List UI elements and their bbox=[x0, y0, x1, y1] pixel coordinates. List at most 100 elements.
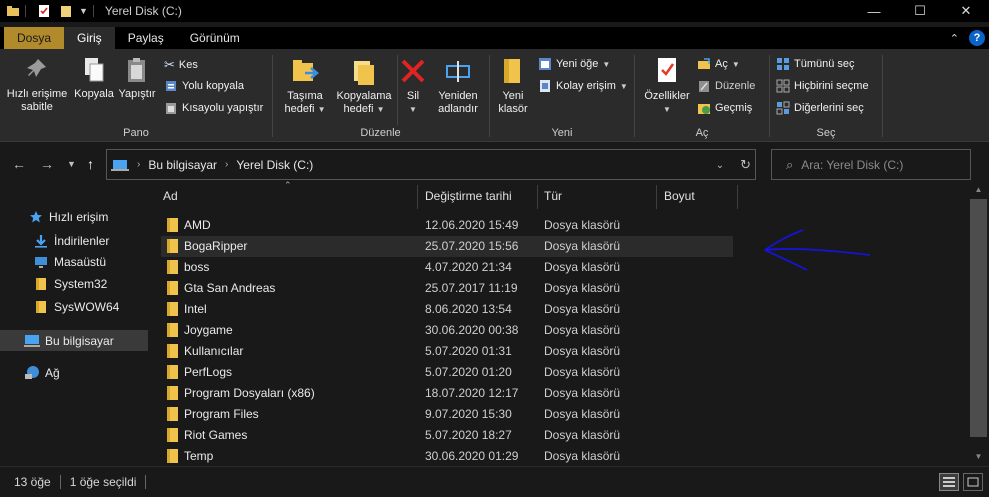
status-bar: 13 öğe 1 öğe seçildi bbox=[0, 466, 989, 497]
file-date: 5.07.2020 18:27 bbox=[425, 428, 512, 442]
divider bbox=[882, 55, 883, 137]
recent-locations-chevron-icon[interactable]: ▼ bbox=[67, 159, 76, 169]
file-row[interactable]: boss 4.07.2020 21:34 Dosya klasörü bbox=[161, 257, 733, 278]
folder-icon bbox=[167, 260, 178, 274]
copy-label: Kopyala bbox=[74, 88, 114, 100]
copy-to-button[interactable]: Kopyalama hedefi ▼ bbox=[333, 55, 395, 116]
file-row[interactable]: PerfLogs 5.07.2020 01:20 Dosya klasörü bbox=[161, 362, 733, 383]
divider bbox=[25, 5, 26, 17]
properties-button[interactable]: Özellikler ▼ bbox=[641, 55, 693, 116]
tab-share[interactable]: Paylaş bbox=[115, 27, 177, 49]
column-header-type[interactable]: Tür bbox=[544, 183, 562, 209]
copy-button[interactable]: Kopyala bbox=[74, 55, 114, 101]
file-row[interactable]: Gta San Andreas 25.07.2017 11:19 Dosya kla… bbox=[161, 278, 733, 299]
address-history-chevron-icon[interactable]: ⌄ bbox=[716, 160, 724, 171]
copy-path-button[interactable]: Yolu kopyala bbox=[164, 79, 244, 93]
tab-view[interactable]: Görünüm bbox=[177, 27, 253, 49]
help-icon[interactable]: ? bbox=[969, 30, 985, 46]
breadcrumb-this-pc[interactable]: Bu bilgisayar bbox=[148, 158, 217, 172]
divider[interactable] bbox=[656, 185, 657, 209]
move-to-button[interactable]: Taşıma hedefi ▼ bbox=[279, 55, 331, 116]
divider[interactable] bbox=[737, 185, 738, 209]
scroll-down-arrow-icon[interactable]: ▼ bbox=[970, 450, 987, 464]
open-label: Aç bbox=[715, 58, 728, 70]
file-row[interactable]: BogaRipper 25.07.2020 15:56 Dosya klasörü bbox=[161, 236, 733, 257]
new-folder-button[interactable]: Yeni klasör bbox=[494, 55, 532, 116]
column-header-size[interactable]: Boyut bbox=[664, 183, 695, 209]
new-item-button[interactable]: Yeni öğe ▼ bbox=[538, 57, 610, 71]
edit-icon bbox=[699, 81, 709, 92]
delete-button[interactable]: Sil ▼ bbox=[399, 55, 427, 116]
column-header-date[interactable]: Değiştirme tarihi bbox=[425, 183, 512, 209]
open-button[interactable]: Aç ▼ bbox=[697, 57, 740, 71]
copy-to-label-2-wrap: hedefi ▼ bbox=[344, 103, 385, 116]
easy-access-button[interactable]: Kolay erişim ▼ bbox=[538, 79, 628, 93]
breadcrumb-separator-icon[interactable]: › bbox=[225, 159, 228, 170]
properties-quick-icon[interactable] bbox=[37, 4, 51, 18]
tab-home[interactable]: Giriş bbox=[64, 27, 115, 49]
divider bbox=[145, 475, 147, 489]
file-row[interactable]: Program Files 9.07.2020 15:30 Dosya klasör… bbox=[161, 404, 733, 425]
file-row[interactable]: Intel 8.06.2020 13:54 Dosya klasörü bbox=[161, 299, 733, 320]
large-icons-view-button[interactable] bbox=[963, 473, 983, 491]
sidebar-item[interactable]: Hızlı erişim bbox=[0, 206, 148, 227]
new-folder-quick-icon[interactable] bbox=[59, 4, 73, 18]
rename-button[interactable]: Yeniden adlandır bbox=[431, 55, 485, 116]
computer-address-icon bbox=[111, 159, 129, 171]
file-row[interactable]: Joygame 30.06.2020 00:38 Dosya klasörü bbox=[161, 320, 733, 341]
copy-icon bbox=[85, 58, 104, 82]
invert-selection-button[interactable]: Diğerlerini seç bbox=[776, 101, 864, 115]
up-arrow-icon[interactable]: ↑ bbox=[87, 156, 94, 172]
close-button[interactable]: ✕ bbox=[943, 0, 989, 22]
refresh-icon[interactable]: ↻ bbox=[740, 157, 751, 173]
file-row[interactable]: AMD 12.06.2020 15:49 Dosya klasörü bbox=[161, 215, 733, 236]
back-arrow-icon[interactable]: ← bbox=[12, 156, 26, 172]
pin-quick-access-button[interactable]: Hızlı erişime sabitle bbox=[4, 55, 70, 114]
column-header-name[interactable]: Ad bbox=[163, 183, 178, 209]
select-all-button[interactable]: Tümünü seç bbox=[776, 57, 855, 71]
tab-file[interactable]: Dosya bbox=[4, 27, 65, 49]
breadcrumb-local-disk[interactable]: Yerel Disk (C:) bbox=[236, 158, 313, 172]
file-row[interactable]: Riot Games 5.07.2020 18:27 Dosya klasörü bbox=[161, 425, 733, 446]
file-name: Joygame bbox=[184, 323, 233, 337]
details-view-button[interactable] bbox=[939, 473, 959, 491]
sidebar-item[interactable]: Bu bilgisayar bbox=[0, 330, 148, 351]
maximize-button[interactable]: ☐ bbox=[897, 0, 943, 22]
move-to-icon bbox=[293, 60, 319, 81]
folder-app-icon bbox=[7, 6, 19, 16]
file-type: Dosya klasörü bbox=[544, 302, 621, 316]
forward-arrow-icon[interactable]: → bbox=[40, 156, 54, 172]
vertical-scrollbar[interactable]: ▲ ▼ bbox=[970, 183, 987, 464]
sidebar-item[interactable]: Ağ bbox=[0, 362, 148, 383]
sidebar-item[interactable]: İndirilenler bbox=[0, 230, 148, 251]
search-box[interactable]: ⌕ Ara: Yerel Disk (C:) bbox=[771, 149, 971, 180]
title-bar: ▼ Yerel Disk (C:) — ☐ ✕ bbox=[0, 0, 989, 22]
breadcrumb-separator-icon[interactable]: › bbox=[137, 159, 140, 170]
paste-shortcut-button[interactable]: Kısayolu yapıştır bbox=[164, 101, 263, 115]
cut-button[interactable]: ✂ Kes bbox=[164, 57, 198, 73]
edit-button[interactable]: Düzenle bbox=[697, 79, 755, 93]
folder-icon bbox=[167, 365, 178, 379]
folder-icon bbox=[167, 386, 178, 400]
scroll-up-arrow-icon[interactable]: ▲ bbox=[970, 183, 987, 197]
file-row[interactable]: Program Dosyaları (x86) 18.07.2020 12:17 D… bbox=[161, 383, 733, 404]
copy-to-label-1: Kopyalama bbox=[336, 90, 392, 102]
sidebar-item[interactable]: Masaüstü bbox=[0, 251, 148, 272]
quick-access-dropdown-icon[interactable]: ▼ bbox=[79, 6, 88, 16]
file-type: Dosya klasörü bbox=[544, 323, 621, 337]
divider[interactable] bbox=[417, 185, 418, 209]
file-row[interactable]: Kullanıcılar 5.07.2020 01:31 Dosya klasörü bbox=[161, 341, 733, 362]
dropdown-caret-icon: ▼ bbox=[619, 81, 628, 91]
scrollbar-thumb[interactable] bbox=[970, 199, 987, 437]
address-bar[interactable]: › Bu bilgisayar › Yerel Disk (C:) ⌄ ↻ bbox=[106, 149, 756, 180]
history-button[interactable]: Geçmiş bbox=[697, 101, 752, 115]
minimize-button[interactable]: — bbox=[851, 0, 897, 22]
sidebar-item[interactable]: SysWOW64 bbox=[0, 296, 148, 317]
select-none-button[interactable]: Hiçbirini seçme bbox=[776, 79, 869, 93]
file-row[interactable]: Temp 30.06.2020 01:29 Dosya klasörü bbox=[161, 446, 733, 467]
divider bbox=[59, 475, 61, 489]
collapse-ribbon-icon[interactable]: ⌃ bbox=[950, 32, 959, 45]
sidebar-item[interactable]: System32 bbox=[0, 273, 148, 294]
paste-button[interactable]: Yapıştır bbox=[116, 55, 158, 101]
divider[interactable] bbox=[537, 185, 538, 209]
